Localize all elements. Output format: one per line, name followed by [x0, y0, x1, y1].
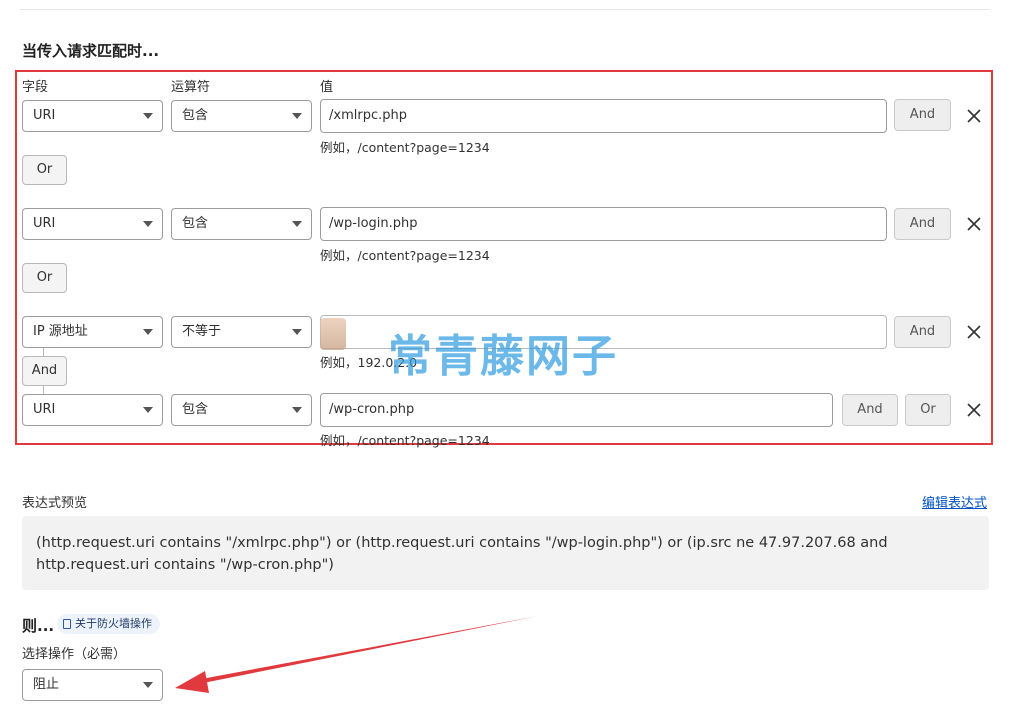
annotation-arrow	[175, 616, 538, 693]
arrow-shaft	[196, 616, 538, 684]
arrow-head	[175, 671, 209, 693]
